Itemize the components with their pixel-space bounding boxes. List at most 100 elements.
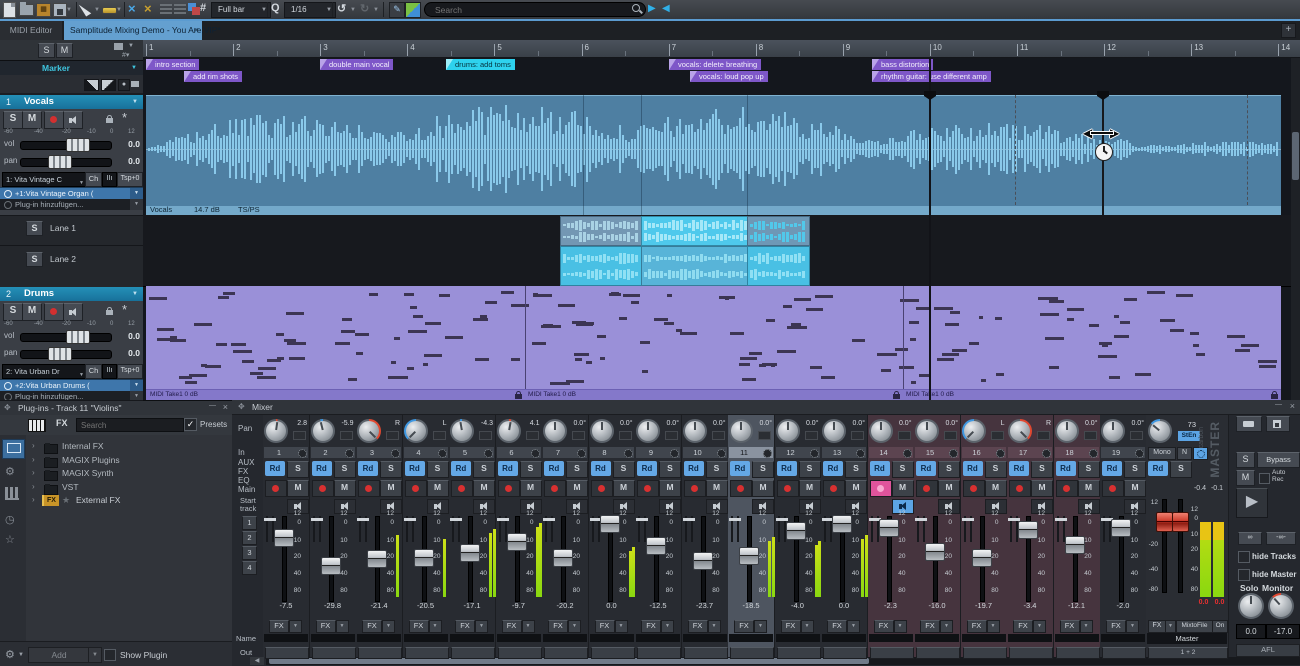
channel-solo-button[interactable]: S bbox=[985, 461, 1007, 478]
channel-fx-button[interactable]: FX bbox=[688, 620, 708, 633]
aux-mini-handle[interactable] bbox=[689, 518, 695, 521]
redo-icon[interactable]: ↻ bbox=[360, 2, 369, 15]
channel-gear-icon[interactable] bbox=[1135, 449, 1144, 458]
tab-close-icon[interactable]: × bbox=[194, 21, 199, 40]
channel-mute-button[interactable]: M bbox=[334, 480, 356, 497]
pan-knob[interactable] bbox=[497, 419, 521, 443]
master-fader-handle[interactable] bbox=[1156, 512, 1173, 532]
channel-number-bar[interactable]: 2 bbox=[311, 447, 355, 458]
channel-fx-button[interactable]: FX bbox=[362, 620, 382, 633]
channel-number-bar[interactable]: 6 bbox=[497, 447, 541, 458]
volume-slider-handle[interactable] bbox=[66, 138, 90, 152]
volume-slider-handle[interactable] bbox=[66, 330, 90, 344]
rail-browser-icon[interactable] bbox=[2, 439, 25, 459]
pan-knob[interactable] bbox=[1101, 419, 1125, 443]
pan-automation-button[interactable] bbox=[805, 431, 818, 440]
midi-channel-display[interactable]: IIı bbox=[102, 364, 117, 379]
locate-prev-icon[interactable]: ◀ bbox=[662, 3, 670, 14]
channel-gear-icon[interactable] bbox=[1042, 449, 1051, 458]
pan-automation-button[interactable] bbox=[526, 431, 539, 440]
track-solo-button[interactable]: S bbox=[3, 303, 23, 321]
transpose-button[interactable]: Tsp+0 bbox=[117, 364, 143, 379]
draw-mode-icon[interactable]: ✎ bbox=[389, 2, 405, 18]
tree-expand-arrow[interactable]: › bbox=[32, 455, 35, 464]
channel-name-field[interactable] bbox=[962, 634, 1006, 642]
channel-name-field[interactable] bbox=[1055, 634, 1099, 642]
channel-record-button[interactable] bbox=[963, 480, 985, 497]
aux-mini-handle[interactable] bbox=[363, 518, 369, 521]
channel-fx-caret[interactable]: ▼ bbox=[661, 620, 674, 633]
pan-knob[interactable] bbox=[264, 419, 288, 443]
channel-solo-button[interactable]: S bbox=[1078, 461, 1100, 478]
marker-5[interactable]: vocals: loud pop up bbox=[690, 71, 768, 82]
channel-number-bar[interactable]: 15 bbox=[915, 447, 959, 458]
normalize-button[interactable]: N bbox=[1177, 447, 1192, 460]
instrument-slot[interactable]: +2:Vita Urban Drums (▼ bbox=[0, 379, 143, 391]
aux-mini-handle[interactable] bbox=[503, 518, 509, 521]
channel-fx-button[interactable]: FX bbox=[1106, 620, 1126, 633]
start-track-button-3[interactable]: 3 bbox=[242, 546, 257, 560]
channel-out-button[interactable] bbox=[777, 647, 821, 659]
timeline-ruler[interactable] bbox=[143, 40, 1300, 58]
mixer-label-aux[interactable]: AUX bbox=[238, 458, 254, 467]
device-select[interactable]: 2: Vita Urban Dr▼ bbox=[2, 364, 87, 379]
channel-number-bar[interactable]: 4 bbox=[404, 447, 448, 458]
channel-solo-button[interactable]: S bbox=[892, 461, 914, 478]
pan-automation-button[interactable] bbox=[433, 431, 446, 440]
channel-fx-button[interactable]: FX bbox=[595, 620, 615, 633]
channel-number-bar[interactable]: 16 bbox=[962, 447, 1006, 458]
channel-out-button[interactable] bbox=[358, 647, 402, 659]
master-read-button[interactable]: Rd bbox=[1148, 461, 1168, 476]
channel-number-bar[interactable]: 11 bbox=[729, 447, 773, 458]
crossfade-editor-icon[interactable]: × bbox=[128, 1, 136, 16]
read-automation-button[interactable]: Rd bbox=[591, 461, 611, 476]
channel-gear-icon[interactable] bbox=[810, 449, 819, 458]
channel-gear-icon[interactable] bbox=[856, 449, 865, 458]
channel-out-button[interactable] bbox=[1102, 647, 1146, 659]
channel-gear-icon[interactable] bbox=[438, 449, 447, 458]
master-mute-button[interactable]: M bbox=[1236, 470, 1255, 486]
arrange-scrollbar-handle[interactable] bbox=[1292, 132, 1299, 180]
tree-item-vst[interactable]: VST bbox=[62, 482, 79, 492]
master-solo-button[interactable]: S bbox=[1236, 452, 1255, 468]
new-file-icon[interactable] bbox=[3, 2, 16, 18]
master-gear-button[interactable] bbox=[1193, 447, 1208, 460]
open-file-icon[interactable] bbox=[19, 4, 34, 16]
channel-mute-button[interactable]: M bbox=[799, 480, 821, 497]
pointer-tool-icon[interactable] bbox=[79, 1, 92, 16]
lock-objects-icon[interactable] bbox=[131, 81, 139, 87]
pan-automation-button[interactable] bbox=[572, 431, 585, 440]
channel-mute-button[interactable]: M bbox=[938, 480, 960, 497]
draw-tool-icon[interactable] bbox=[102, 7, 117, 14]
play-button[interactable]: ▶ bbox=[1236, 488, 1268, 518]
tab-midi-editor[interactable]: MIDI Editor bbox=[0, 21, 62, 40]
hide-master-checkbox[interactable] bbox=[1238, 569, 1250, 581]
add-plugin-caret[interactable]: ▼ bbox=[130, 199, 143, 210]
channel-solo-button[interactable]: S bbox=[613, 461, 635, 478]
master-out-button[interactable]: 1 + 2 bbox=[1148, 647, 1228, 659]
add-plugin-caret[interactable]: ▼ bbox=[130, 391, 143, 401]
channel-out-button[interactable] bbox=[916, 647, 960, 659]
channel-gear-icon[interactable] bbox=[996, 449, 1005, 458]
quantize-select[interactable]: 1/16▼ bbox=[284, 2, 336, 18]
read-automation-button[interactable]: Rd bbox=[544, 461, 564, 476]
aux-mini-handle[interactable] bbox=[456, 518, 462, 521]
channel-number-bar[interactable]: 8 bbox=[590, 447, 634, 458]
channel-fx-button[interactable]: FX bbox=[1013, 620, 1033, 633]
read-automation-button[interactable]: Rd bbox=[312, 461, 332, 476]
channel-fx-caret[interactable]: ▼ bbox=[289, 620, 302, 633]
channel-record-button[interactable] bbox=[1056, 480, 1078, 497]
channel-record-button[interactable] bbox=[1102, 480, 1124, 497]
channel-name-field[interactable] bbox=[636, 634, 680, 642]
pan-knob[interactable] bbox=[543, 419, 567, 443]
channel-fx-caret[interactable]: ▼ bbox=[754, 620, 767, 633]
channel-solo-button[interactable]: S bbox=[938, 461, 960, 478]
channel-out-button[interactable] bbox=[544, 647, 588, 659]
channel-solo-button[interactable]: S bbox=[752, 461, 774, 478]
pan-automation-button[interactable] bbox=[758, 431, 771, 440]
channel-out-button[interactable] bbox=[1056, 647, 1100, 659]
tree-expand-arrow[interactable]: › bbox=[32, 482, 35, 491]
channel-number-bar[interactable]: 12 bbox=[776, 447, 820, 458]
midi-channel-display[interactable]: IIı bbox=[102, 172, 117, 187]
channel-gear-icon[interactable] bbox=[484, 449, 493, 458]
